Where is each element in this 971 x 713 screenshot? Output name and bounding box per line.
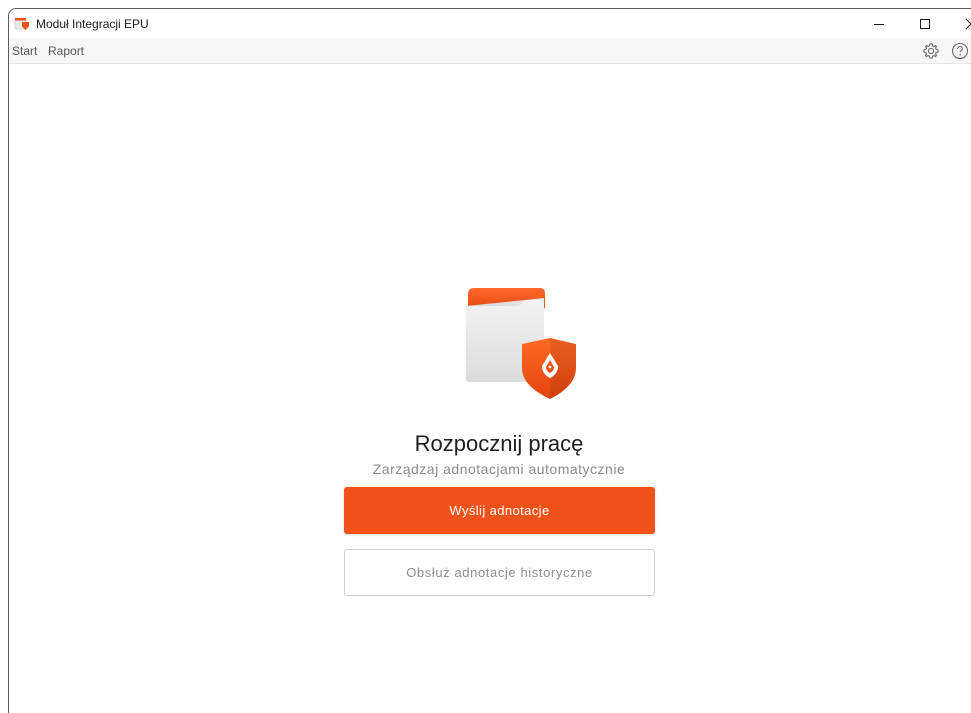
maximize-icon — [920, 18, 930, 29]
gear-icon[interactable] — [922, 42, 940, 60]
send-annotations-button[interactable]: Wyślij adnotacje — [344, 487, 655, 534]
minimize-button[interactable] — [856, 9, 902, 38]
historical-annotations-button[interactable]: Obsłuż adnotacje historyczne — [344, 549, 655, 596]
title-bar[interactable]: Moduł Integracji EPU — [9, 9, 971, 38]
page-subtitle: Zarządzaj adnotacjami automatycznie — [372, 461, 626, 477]
close-icon — [965, 18, 971, 29]
menu-item-raport[interactable]: Raport — [48, 44, 84, 58]
folder-shield-pen-icon — [466, 288, 576, 399]
app-window: Moduł Integracji EPU Start Raport Rozpoc… — [8, 8, 971, 713]
app-logo-icon — [14, 17, 29, 30]
main-content: Rozpocznij pracę Zarządzaj adnotacjami a… — [9, 64, 971, 713]
page-title: Rozpocznij pracę — [414, 431, 584, 456]
minimize-icon — [874, 23, 884, 25]
help-icon[interactable] — [951, 42, 969, 60]
window-title: Moduł Integracji EPU — [36, 17, 149, 31]
close-button[interactable] — [948, 9, 971, 38]
menu-bar: Start Raport — [9, 38, 971, 64]
maximize-button[interactable] — [902, 9, 948, 38]
menu-item-start[interactable]: Start — [12, 44, 37, 58]
